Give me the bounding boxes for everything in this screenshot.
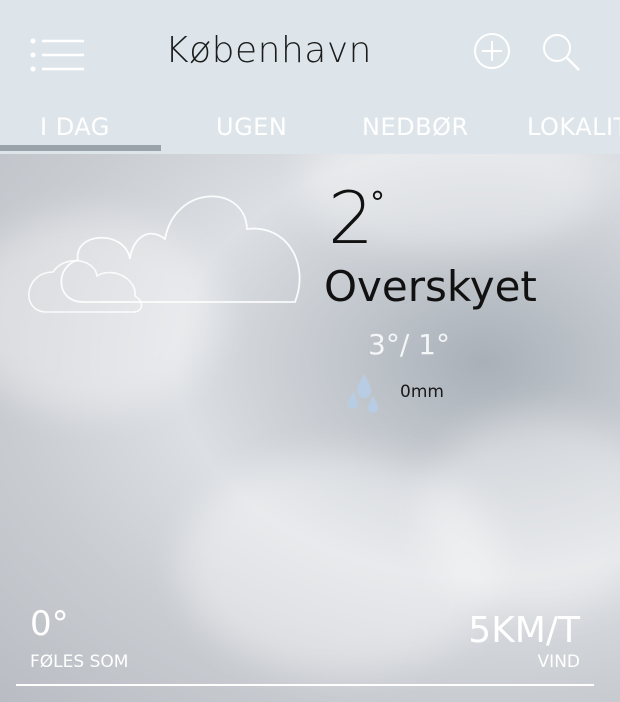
- current-temperature: 2: [328, 176, 374, 260]
- tab-locations[interactable]: LOKALIT: [527, 113, 620, 141]
- wind-label: VIND: [537, 652, 580, 672]
- tab-precipitation[interactable]: NEDBØR: [362, 113, 469, 141]
- degree-symbol: °: [370, 186, 385, 221]
- feels-like-label: FØLES SOM: [30, 652, 129, 672]
- feels-like-value: 0°: [30, 604, 69, 644]
- search-icon[interactable]: [541, 32, 581, 72]
- weather-panel: 2 ° Overskyet 3°/ 1° 0mm 0° FØLES SOM 5K…: [0, 154, 620, 702]
- footer-divider: [16, 684, 594, 686]
- app-header: København: [0, 0, 620, 105]
- add-icon[interactable]: [473, 32, 511, 70]
- tab-bar: I DAG UGEN NEDBØR LOKALIT: [0, 105, 620, 154]
- high-low-temperature: 3°/ 1°: [368, 328, 450, 361]
- city-title: København: [165, 30, 372, 71]
- raindrop-icon: [348, 374, 378, 413]
- weather-condition: Overskyet: [324, 262, 537, 311]
- tab-today[interactable]: I DAG: [40, 113, 110, 141]
- wind-value: 5KM/T: [468, 610, 580, 651]
- precipitation-value: 0mm: [400, 382, 444, 402]
- tab-week[interactable]: UGEN: [216, 113, 287, 141]
- tab-active-indicator: [0, 145, 161, 151]
- menu-icon[interactable]: [30, 38, 86, 72]
- cloudy-icon: [28, 195, 301, 313]
